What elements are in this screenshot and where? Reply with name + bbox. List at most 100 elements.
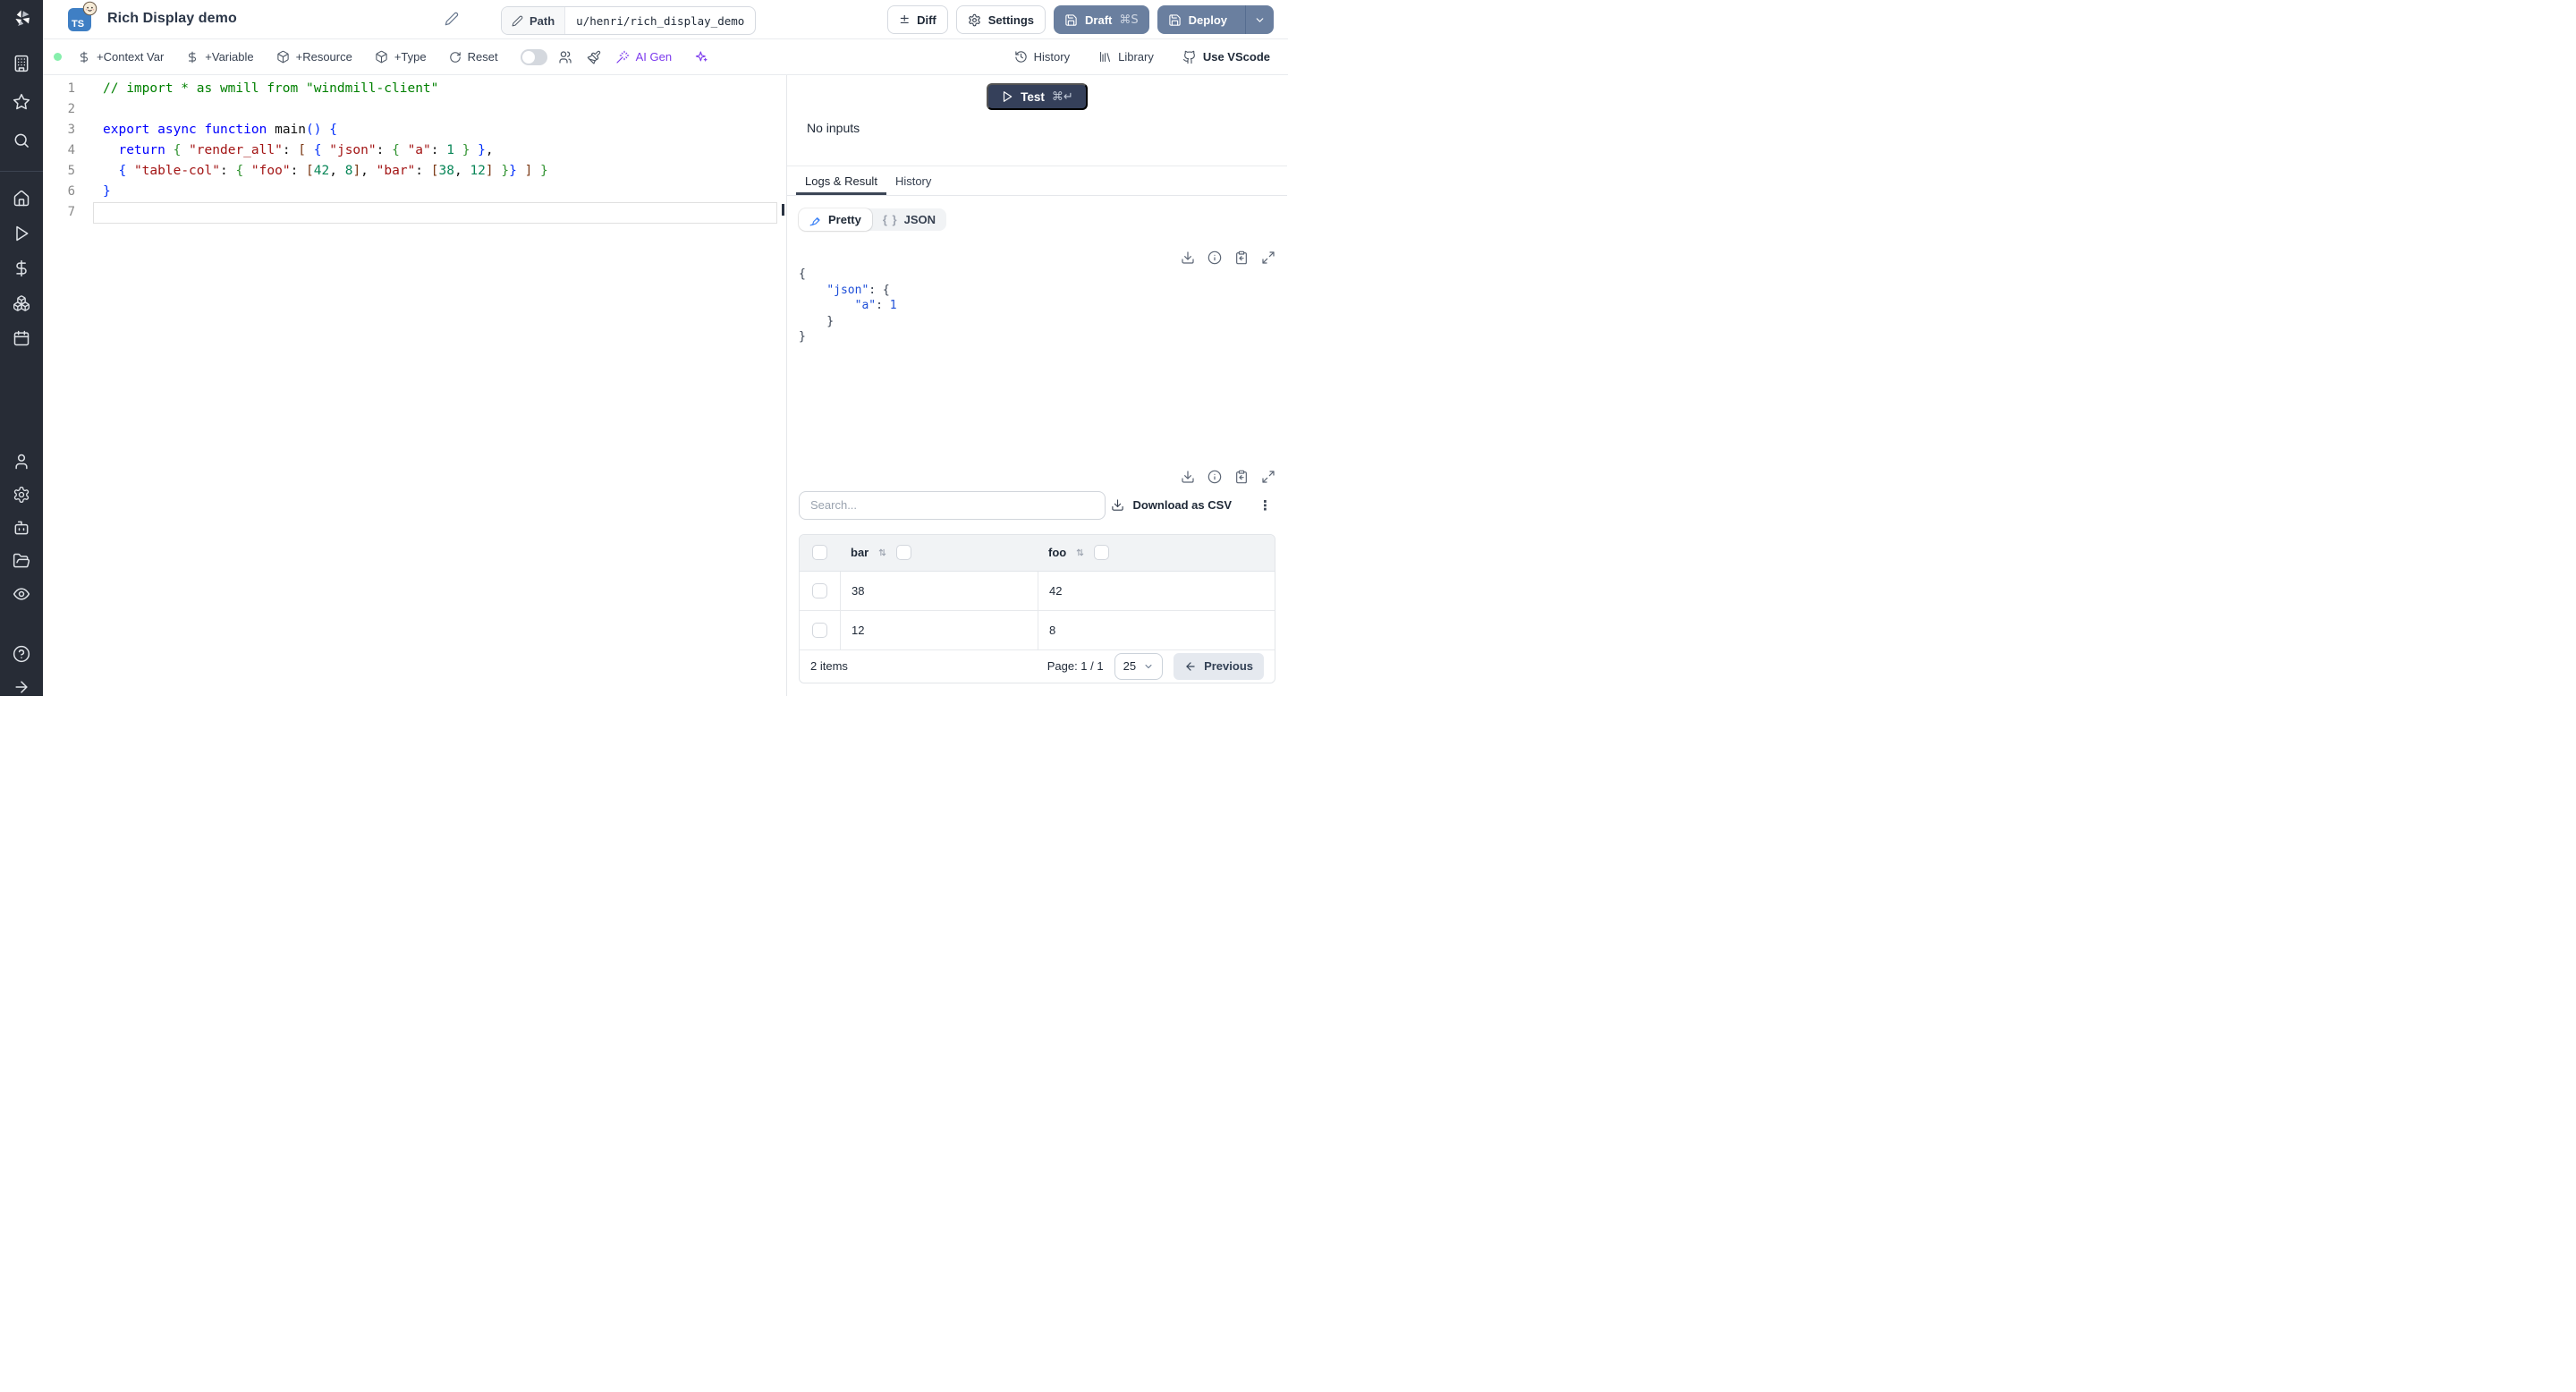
column-header-foo[interactable]: foo xyxy=(1048,546,1066,559)
code-line[interactable]: 2 xyxy=(43,99,786,120)
table-row[interactable]: 12 8 xyxy=(800,610,1275,650)
add-type-button[interactable]: +Type xyxy=(375,50,427,64)
diff-mode-toggle[interactable] xyxy=(520,48,547,65)
resources-boxes-icon[interactable] xyxy=(13,294,30,312)
sort-icon[interactable] xyxy=(877,547,888,558)
windmill-logo-icon[interactable] xyxy=(10,9,34,28)
add-resource-button[interactable]: +Resource xyxy=(276,50,352,64)
deploy-dropdown[interactable] xyxy=(1245,5,1274,34)
result-view-switcher: Pretty { } JSON xyxy=(799,208,946,231)
test-button[interactable]: Test ⌘↵ xyxy=(987,83,1088,110)
settings-button[interactable]: Settings xyxy=(955,5,1046,34)
users-icon[interactable] xyxy=(13,453,30,471)
tab-logs-result[interactable]: Logs & Result xyxy=(796,166,886,195)
line-number: 6 xyxy=(67,184,75,199)
table-menu-kebab-icon[interactable]: ⋮ xyxy=(1258,497,1272,514)
overview-ruler-cursor-mark xyxy=(782,204,784,216)
code-line[interactable]: 3 export async function main() { xyxy=(43,120,786,140)
code-editor[interactable]: 1 // import * as wmill from "windmill-cli… xyxy=(43,75,787,696)
ai-sparkles-button[interactable] xyxy=(694,50,708,64)
audit-logs-eye-icon[interactable] xyxy=(13,585,30,603)
variables-dollar-icon[interactable] xyxy=(13,259,30,277)
table-row[interactable]: 38 42 xyxy=(800,571,1275,611)
copy-clipboard-icon[interactable] xyxy=(1234,470,1249,484)
code-line[interactable]: 5 { "table-col": { "foo": [42, 8], "bar"… xyxy=(43,161,786,182)
token: { xyxy=(118,164,127,178)
users-icon xyxy=(558,50,572,64)
workspace-building-icon[interactable] xyxy=(13,55,30,72)
history-button[interactable]: History xyxy=(1014,50,1070,64)
braces-icon: { } xyxy=(882,213,898,226)
search-icon[interactable] xyxy=(13,132,30,149)
column-header-bar[interactable]: bar xyxy=(851,546,869,559)
column-select-checkbox[interactable] xyxy=(896,545,912,560)
line-number: 3 xyxy=(67,123,75,137)
expand-fullscreen-icon[interactable] xyxy=(1261,470,1275,484)
workers-robot-icon[interactable] xyxy=(13,519,30,537)
add-context-var-button[interactable]: +Context Var xyxy=(78,50,164,64)
favorites-star-icon[interactable] xyxy=(13,93,30,111)
schedules-calendar-icon[interactable] xyxy=(13,329,30,347)
previous-page-button[interactable]: Previous xyxy=(1174,652,1264,680)
diff-button[interactable]: ± Diff xyxy=(887,5,948,34)
ai-gen-button[interactable]: AI Gen xyxy=(615,50,672,64)
row-checkbox[interactable] xyxy=(812,622,827,638)
download-icon[interactable] xyxy=(1181,250,1195,265)
folders-icon[interactable] xyxy=(13,552,30,570)
download-csv-button[interactable]: Download as CSV xyxy=(1111,498,1232,512)
token: 42 xyxy=(313,164,330,178)
expand-sidebar-arrow-icon[interactable] xyxy=(13,678,30,696)
edit-summary-pencil-icon[interactable] xyxy=(445,12,459,26)
token: { xyxy=(329,123,337,137)
expand-fullscreen-icon[interactable] xyxy=(1261,250,1275,265)
settings-gear-icon[interactable] xyxy=(13,486,30,504)
library-label: Library xyxy=(1118,50,1154,64)
runs-play-icon[interactable] xyxy=(13,225,30,242)
select-all-checkbox[interactable] xyxy=(812,545,827,560)
code-line[interactable]: 4 return { "render_all": [ { "json": { "… xyxy=(43,140,786,161)
pretty-view-button[interactable]: Pretty xyxy=(799,208,872,231)
page-size-select[interactable]: 25 xyxy=(1114,652,1164,680)
header-actions: ± Diff Settings Draft ⌘S Deploy xyxy=(887,5,1274,34)
tab-history[interactable]: History xyxy=(886,166,940,195)
download-icon[interactable] xyxy=(1181,470,1195,484)
column-select-checkbox[interactable] xyxy=(1094,545,1110,560)
row-checkbox[interactable] xyxy=(812,582,827,598)
home-icon[interactable] xyxy=(13,190,30,208)
reset-button[interactable]: Reset xyxy=(449,50,498,64)
github-cat-icon xyxy=(1182,50,1195,64)
path-button[interactable]: Path u/henri/rich_display_demo xyxy=(501,6,757,35)
table-search-input[interactable] xyxy=(799,490,1106,520)
sort-icon[interactable] xyxy=(1074,547,1086,558)
token: // import * as wmill from "windmill-clie… xyxy=(103,81,439,96)
format-brush-button[interactable] xyxy=(587,50,601,64)
draft-button[interactable]: Draft ⌘S xyxy=(1054,5,1149,34)
use-vscode-button[interactable]: Use VScode xyxy=(1182,50,1270,64)
ai-gen-label: AI Gen xyxy=(635,50,673,64)
token: 1 xyxy=(889,299,897,312)
add-variable-button[interactable]: +Variable xyxy=(186,50,254,64)
help-icon[interactable] xyxy=(13,645,30,663)
add-type-label: +Type xyxy=(394,50,427,64)
info-icon[interactable] xyxy=(1208,250,1222,265)
collaborators-button[interactable] xyxy=(558,50,572,64)
code-line[interactable]: 1 // import * as wmill from "windmill-cli… xyxy=(43,79,786,99)
json-view-button[interactable]: { } JSON xyxy=(872,208,946,231)
arrow-left-icon xyxy=(1186,661,1195,671)
add-variable-label: +Variable xyxy=(205,50,254,64)
library-button[interactable]: Library xyxy=(1098,50,1154,64)
token: , xyxy=(485,143,494,157)
copy-clipboard-icon[interactable] xyxy=(1234,250,1249,265)
info-icon[interactable] xyxy=(1208,470,1222,484)
code-line[interactable]: 6} xyxy=(43,182,786,202)
token: ] xyxy=(485,164,494,178)
deploy-button-main[interactable]: Deploy xyxy=(1157,5,1238,34)
json-line: { xyxy=(799,267,1275,283)
deploy-button[interactable]: Deploy xyxy=(1157,5,1274,34)
